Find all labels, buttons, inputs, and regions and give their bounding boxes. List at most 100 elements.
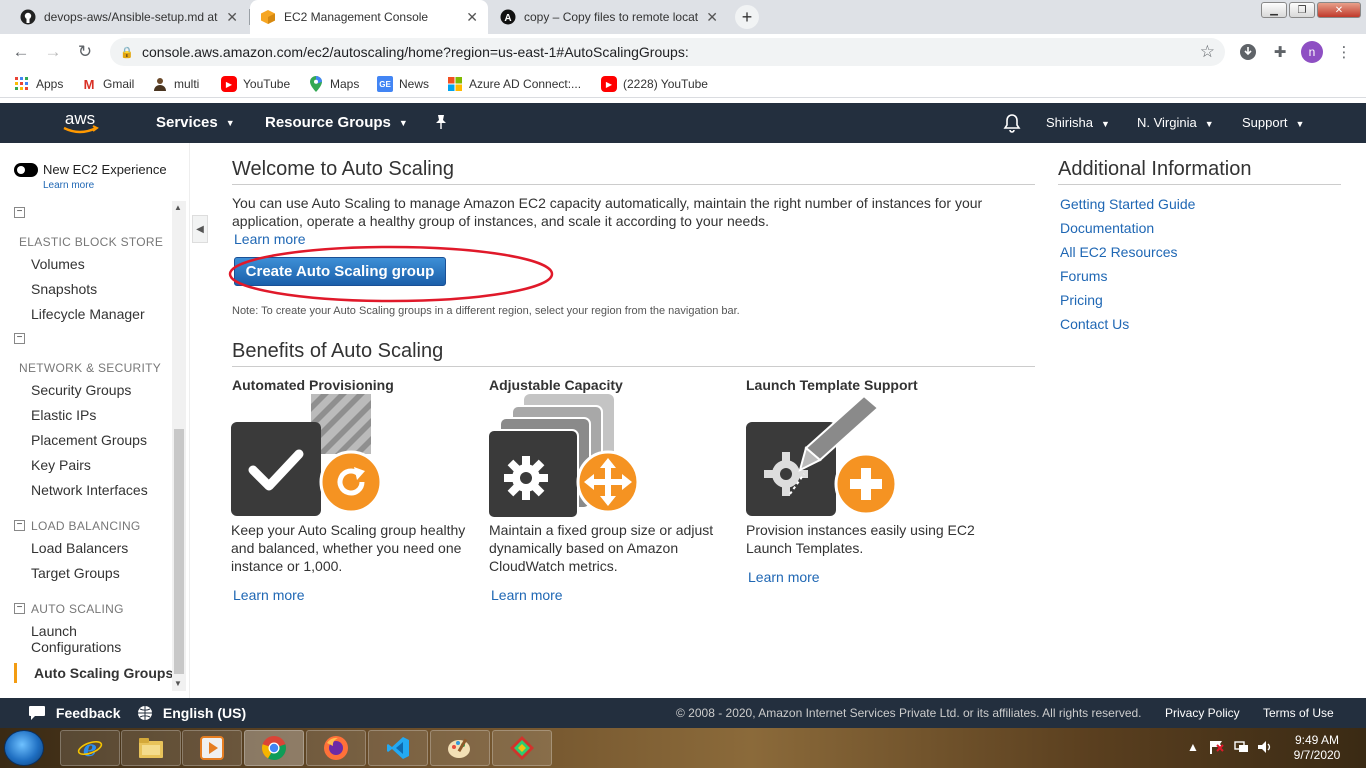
bookmark-apps[interactable]: Apps bbox=[14, 76, 63, 92]
chevron-down-icon: ▼ bbox=[1204, 118, 1214, 129]
scrollbar-thumb[interactable] bbox=[174, 429, 184, 674]
language-selector[interactable]: English (US) bbox=[137, 705, 246, 721]
resource-groups-label: Resource Groups bbox=[265, 114, 391, 131]
privacy-policy-link[interactable]: Privacy Policy bbox=[1165, 706, 1240, 720]
bookmark-youtube-2228[interactable]: ▶ (2228) YouTube bbox=[601, 76, 708, 92]
minimize-window-button[interactable]: ▁ bbox=[1261, 2, 1287, 18]
bookmark-gmail[interactable]: M Gmail bbox=[81, 76, 135, 92]
menu-kebab-icon[interactable]: ⋮ bbox=[1333, 41, 1355, 63]
pin-icon[interactable] bbox=[434, 114, 448, 133]
chrome-icon[interactable] bbox=[244, 730, 304, 766]
sidebar-item-key-pairs[interactable]: Key Pairs bbox=[31, 457, 91, 473]
vscode-icon[interactable] bbox=[368, 730, 428, 766]
download-icon[interactable] bbox=[1237, 41, 1259, 63]
browser-tab-ansible[interactable]: A copy – Copy files to remote locat ✕ bbox=[490, 0, 728, 34]
benefit-text-line: Maintain a fixed group size or adjust bbox=[489, 522, 714, 538]
ansible-icon: A bbox=[500, 9, 516, 25]
sidebar-scrollbar[interactable]: ▲ ▼ bbox=[172, 201, 186, 691]
action-center-flag-icon[interactable] bbox=[1209, 740, 1225, 757]
aws-logo[interactable]: aws bbox=[60, 109, 104, 137]
user-name: Shirisha bbox=[1046, 115, 1093, 130]
new-ec2-experience-toggle[interactable] bbox=[14, 163, 38, 177]
new-tab-button[interactable]: + bbox=[735, 5, 759, 29]
collapse-icon[interactable]: − bbox=[14, 333, 25, 344]
link-contact-us[interactable]: Contact Us bbox=[1060, 316, 1129, 332]
profile-avatar[interactable]: n bbox=[1301, 41, 1323, 63]
collapse-icon[interactable]: − bbox=[14, 207, 25, 218]
bookmark-multi[interactable]: multi bbox=[152, 76, 199, 92]
sidebar-item-target-groups[interactable]: Target Groups bbox=[31, 565, 120, 581]
collapse-sidebar-button[interactable]: ◀ bbox=[192, 215, 208, 243]
sidebar-item-placement-groups[interactable]: Placement Groups bbox=[31, 432, 147, 448]
benefit-learn-more-link[interactable]: Learn more bbox=[491, 587, 563, 603]
bookmark-youtube[interactable]: ▶ YouTube bbox=[221, 76, 290, 92]
link-getting-started-guide[interactable]: Getting Started Guide bbox=[1060, 196, 1195, 212]
bookmark-maps[interactable]: Maps bbox=[308, 76, 359, 92]
bookmark-label: Azure AD Connect:... bbox=[469, 77, 582, 91]
sidebar-item-network-interfaces[interactable]: Network Interfaces bbox=[31, 482, 148, 498]
link-documentation[interactable]: Documentation bbox=[1060, 220, 1154, 236]
region-menu[interactable]: N. Virginia ▼ bbox=[1137, 115, 1214, 130]
sidebar-item-security-groups[interactable]: Security Groups bbox=[31, 382, 131, 398]
sidebar-item-load-balancers[interactable]: Load Balancers bbox=[31, 540, 128, 556]
snipping-tool-icon[interactable] bbox=[492, 730, 552, 766]
link-all-ec2-resources[interactable]: All EC2 Resources bbox=[1060, 244, 1178, 260]
bell-icon[interactable] bbox=[1003, 113, 1021, 136]
sidebar-item-elastic-ips[interactable]: Elastic IPs bbox=[31, 407, 96, 423]
tab-title: EC2 Management Console bbox=[284, 10, 429, 24]
support-menu[interactable]: Support ▼ bbox=[1242, 115, 1304, 130]
sidebar-item-lifecycle-manager[interactable]: Lifecycle Manager bbox=[31, 306, 145, 322]
sidebar-item-snapshots[interactable]: Snapshots bbox=[31, 281, 97, 297]
bookmark-azure[interactable]: Azure AD Connect:... bbox=[447, 76, 581, 92]
resource-groups-menu[interactable]: Resource Groups ▼ bbox=[265, 114, 408, 131]
sidebar-item-launch-configurations[interactable]: Launch Configurations bbox=[31, 623, 121, 655]
collapse-icon[interactable]: − bbox=[14, 520, 25, 531]
bookmark-star-icon[interactable]: ☆ bbox=[1200, 42, 1215, 62]
bookmark-news[interactable]: GE News bbox=[377, 76, 429, 92]
reload-icon[interactable]: ↻ bbox=[74, 41, 96, 63]
network-icon[interactable] bbox=[1233, 740, 1249, 757]
automated-provisioning-icon bbox=[231, 394, 383, 516]
collapse-icon[interactable]: − bbox=[14, 603, 25, 614]
browser-tab-github[interactable]: devops-aws/Ansible-setup.md at ✕ bbox=[10, 0, 248, 34]
internet-explorer-icon[interactable]: e bbox=[60, 730, 120, 766]
file-explorer-icon[interactable] bbox=[121, 730, 181, 766]
back-arrow-icon[interactable]: ← bbox=[10, 41, 32, 63]
address-bar[interactable]: 🔒 console.aws.amazon.com/ec2/autoscaling… bbox=[110, 38, 1225, 66]
sidebar-item-volumes[interactable]: Volumes bbox=[31, 256, 85, 272]
services-menu[interactable]: Services ▼ bbox=[156, 114, 235, 131]
media-player-icon[interactable] bbox=[182, 730, 242, 766]
volume-icon[interactable] bbox=[1257, 740, 1273, 757]
sidebar-learn-more-link[interactable]: Learn more bbox=[43, 180, 94, 191]
show-hidden-icons-icon[interactable]: ▲ bbox=[1187, 740, 1199, 754]
benefit-learn-more-link[interactable]: Learn more bbox=[748, 569, 820, 585]
browser-tab-strip: devops-aws/Ansible-setup.md at ✕ EC2 Man… bbox=[0, 0, 1366, 34]
close-tab-icon[interactable]: ✕ bbox=[706, 9, 718, 26]
ec2-sidebar: New EC2 Experience Learn more − ELASTIC … bbox=[0, 143, 190, 698]
benefit-text-line: and balanced, whether you need one bbox=[231, 540, 462, 556]
feedback-button[interactable]: Feedback bbox=[28, 705, 120, 721]
close-tab-icon[interactable]: ✕ bbox=[226, 9, 238, 26]
user-menu[interactable]: Shirisha ▼ bbox=[1046, 115, 1110, 130]
support-label: Support bbox=[1242, 115, 1288, 130]
maximize-window-button[interactable]: ❐ bbox=[1289, 2, 1315, 18]
scroll-up-arrow-icon[interactable]: ▲ bbox=[174, 203, 182, 212]
paint-icon[interactable] bbox=[430, 730, 490, 766]
windows-start-button[interactable] bbox=[4, 730, 44, 766]
terms-of-use-link[interactable]: Terms of Use bbox=[1263, 706, 1334, 720]
firefox-icon[interactable] bbox=[306, 730, 366, 766]
forward-arrow-icon[interactable]: → bbox=[42, 41, 64, 63]
link-pricing[interactable]: Pricing bbox=[1060, 292, 1103, 308]
sidebar-item-auto-scaling-groups[interactable]: Auto Scaling Groups bbox=[34, 665, 173, 681]
close-window-button[interactable]: ✕ bbox=[1317, 2, 1361, 18]
benefit-learn-more-link[interactable]: Learn more bbox=[233, 587, 305, 603]
scroll-down-arrow-icon[interactable]: ▼ bbox=[174, 679, 182, 688]
system-clock[interactable]: 9:49 AM 9/7/2020 bbox=[1284, 733, 1350, 763]
benefits-title: Benefits of Auto Scaling bbox=[232, 340, 444, 362]
extensions-icon[interactable]: ✚ bbox=[1269, 41, 1291, 63]
close-tab-icon[interactable]: ✕ bbox=[466, 9, 478, 26]
language-label: English (US) bbox=[162, 705, 247, 721]
browser-tab-ec2[interactable]: EC2 Management Console ✕ bbox=[250, 0, 488, 34]
benefit-text-line: dynamically based on Amazon bbox=[489, 540, 679, 556]
link-forums[interactable]: Forums bbox=[1060, 268, 1107, 284]
